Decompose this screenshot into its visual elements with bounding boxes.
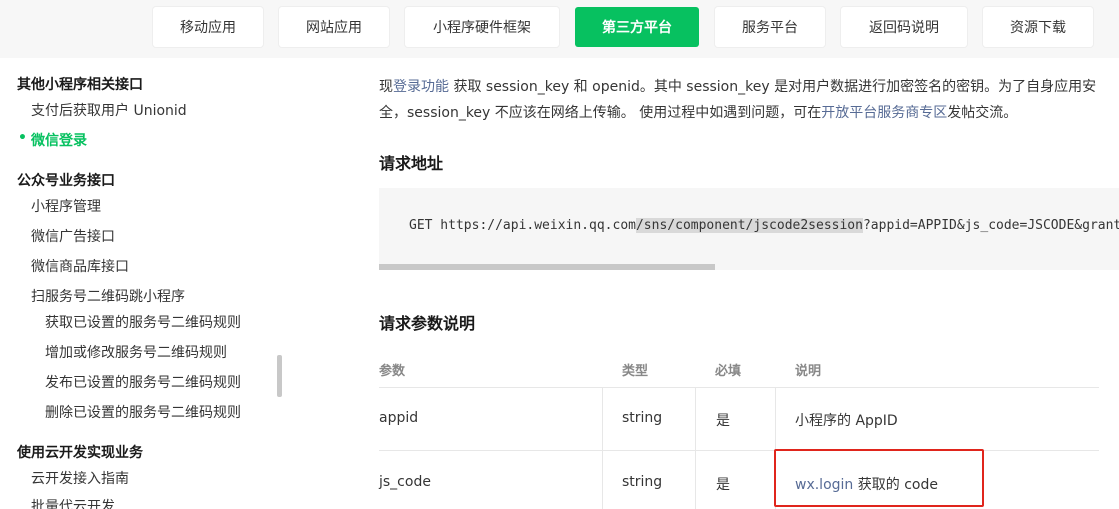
cell-param: appid <box>379 410 419 426</box>
sidebar-item-wechat-login[interactable]: 微信登录 <box>18 130 87 150</box>
sidebar-item-add-qrcode-rule[interactable]: 增加或修改服务号二维码规则 <box>45 342 227 362</box>
cell-required: 是 <box>716 477 730 493</box>
sidebar-item-miniprogram-manage[interactable]: 小程序管理 <box>31 196 101 216</box>
nav-mobile-app[interactable]: 移动应用 <box>153 7 263 47</box>
intro-text-a: 现 <box>379 79 393 95</box>
login-feature-link[interactable]: 登录功能 <box>393 79 449 95</box>
request-params-heading: 请求参数说明 <box>379 314 476 333</box>
header-type: 类型 <box>622 364 649 379</box>
highlight-annotation-box <box>774 449 984 507</box>
cell-required: 是 <box>716 413 730 429</box>
sidebar-item-publish-qrcode-rule[interactable]: 发布已设置的服务号二维码规则 <box>45 372 241 392</box>
sidebar-group-official-account[interactable]: 公众号业务接口 <box>17 170 115 190</box>
sidebar-item-batch-cloud-dev[interactable]: 批量代云开发 <box>31 496 115 509</box>
table-header: 参数 类型 必填 说明 <box>379 348 1099 388</box>
sidebar-group-cloud-dev[interactable]: 使用云开发实现业务 <box>17 442 143 462</box>
sidebar-item-qrcode-jump[interactable]: 扫服务号二维码跳小程序 <box>31 286 185 306</box>
service-provider-forum-link[interactable]: 开放平台服务商专区 <box>821 105 947 121</box>
code-query: ?appid=APPID&js_code=JSCODE&grant_type=a… <box>862 218 1119 233</box>
code-block: GET https://api.weixin.qq.com/sns/compon… <box>379 188 1119 270</box>
nav-miniprogram-hardware[interactable]: 小程序硬件框架 <box>405 7 559 47</box>
sidebar-item-ads-api[interactable]: 微信广告接口 <box>31 226 115 246</box>
intro-paragraph: 现登录功能 获取 session_key 和 openid。其中 session… <box>379 74 1104 126</box>
cell-desc: 小程序的 AppID <box>795 413 898 429</box>
code-horizontal-scrollbar[interactable] <box>379 264 715 270</box>
sidebar-item-cloud-dev-guide[interactable]: 云开发接入指南 <box>31 468 129 488</box>
cell-param: js_code <box>379 474 431 490</box>
header-param: 参数 <box>379 364 406 379</box>
code-method-host: GET https://api.weixin.qq.com <box>409 218 636 233</box>
nav-website-app[interactable]: 网站应用 <box>279 7 389 47</box>
header-desc: 说明 <box>795 364 822 379</box>
code-path-highlight: /sns/component/jscode2session <box>635 218 863 233</box>
sidebar-item-unionid-after-pay[interactable]: 支付后获取用户 Unionid <box>31 100 187 120</box>
sidebar-scrollbar[interactable] <box>277 355 282 397</box>
cell-type: string <box>622 410 663 426</box>
sidebar-item-delete-qrcode-rule[interactable]: 删除已设置的服务号二维码规则 <box>45 402 241 422</box>
sidebar-group-other-miniprogram-apis[interactable]: 其他小程序相关接口 <box>17 74 143 94</box>
request-url-heading: 请求地址 <box>379 154 444 173</box>
column-divider <box>602 388 603 509</box>
nav-third-party-platform[interactable]: 第三方平台 <box>575 7 699 47</box>
nav-return-codes[interactable]: 返回码说明 <box>841 7 967 47</box>
sidebar-item-get-qrcode-rules[interactable]: 获取已设置的服务号二维码规则 <box>45 312 241 332</box>
intro-text-c: 发帖交流。 <box>947 105 1018 121</box>
column-divider <box>695 388 696 509</box>
table-row: js_code string 是 wx.login 获取的 code <box>379 451 1099 509</box>
sidebar: 其他小程序相关接口 支付后获取用户 Unionid 微信登录 公众号业务接口 小… <box>0 58 276 509</box>
nav-resource-download[interactable]: 资源下载 <box>983 7 1093 47</box>
cell-type: string <box>622 474 663 490</box>
request-url-code: GET https://api.weixin.qq.com/sns/compon… <box>409 218 1119 233</box>
table-row: appid string 是 小程序的 AppID <box>379 388 1099 451</box>
header-required: 必填 <box>715 364 742 379</box>
sidebar-item-product-library[interactable]: 微信商品库接口 <box>31 256 129 276</box>
top-nav: 移动应用 网站应用 小程序硬件框架 第三方平台 服务平台 返回码说明 资源下载 <box>0 0 1119 58</box>
nav-service-platform[interactable]: 服务平台 <box>715 7 825 47</box>
